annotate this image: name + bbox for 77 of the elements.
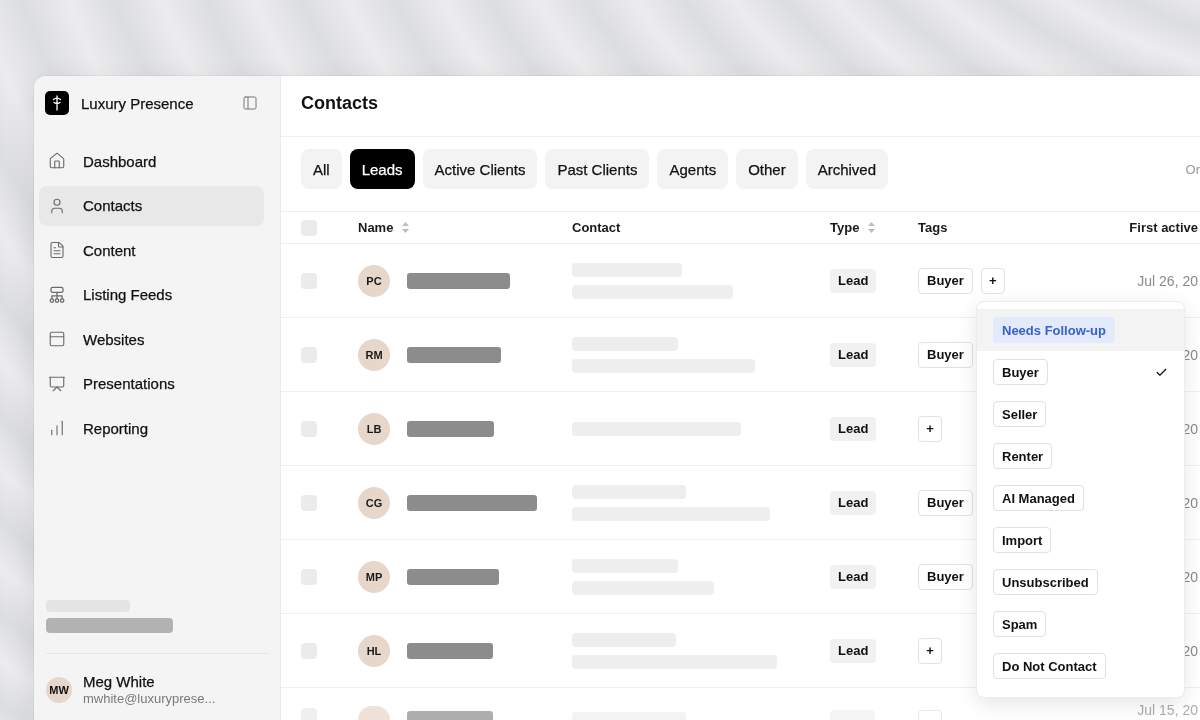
tag-chip: Buyer [918, 489, 973, 516]
contact-avatar [358, 706, 390, 720]
menu-option[interactable]: Spam [977, 603, 1184, 645]
type-badge: Lead [830, 638, 877, 663]
user-avatar: MW [46, 677, 72, 703]
tag-chip: Buyer [918, 267, 973, 294]
brand-name: Luxury Presence [81, 94, 195, 112]
menu-option[interactable]: Do Not Contact [977, 645, 1184, 687]
tag-chip: AI Managed [993, 485, 1084, 511]
easel-icon [48, 374, 66, 393]
nav-item[interactable]: Presentations [39, 363, 264, 404]
add-tag-button[interactable]: + [918, 637, 942, 664]
tag-chip: Buyer [918, 341, 973, 368]
type-badge: Lead [830, 490, 877, 515]
menu-option[interactable]: Needs Follow-up [977, 309, 1184, 351]
contact-avatar: RM [358, 338, 390, 371]
user-email: mwhite@luxuryprese... [83, 691, 216, 707]
user-icon [48, 196, 66, 215]
menu-option[interactable]: Buyer [977, 351, 1184, 393]
type-badge: Lead [830, 342, 877, 367]
type-badge: Lead [830, 268, 877, 293]
menu-option[interactable]: Seller [977, 393, 1184, 435]
document-icon [48, 241, 66, 259]
nav-item[interactable]: Websites [39, 319, 264, 359]
tag-chip: Renter [993, 443, 1053, 469]
contact-avatar: HL [358, 634, 390, 667]
contact-avatar: LB [358, 412, 390, 445]
column-header: Name [358, 220, 394, 235]
add-tag-button[interactable]: + [980, 267, 1005, 294]
menu-option[interactable]: Import [977, 519, 1184, 561]
column-header: Tags [918, 220, 948, 235]
column-header: Type [830, 220, 860, 235]
menu-option[interactable]: Renter [977, 435, 1184, 477]
filter-tab[interactable]: All [301, 149, 342, 189]
nav-item[interactable]: Listing Feeds [39, 274, 264, 315]
tag-chip: Seller [993, 401, 1047, 427]
contact-avatar: PC [358, 264, 390, 297]
filter-tab[interactable]: Active Clients [422, 149, 538, 189]
tag-chip: Do Not Contact [993, 653, 1106, 679]
logo-icon [45, 91, 69, 115]
nav-item[interactable]: Contacts [39, 185, 264, 226]
nav-item[interactable]: Content [39, 230, 264, 270]
first-active-date: Jul 15, 20 [1137, 702, 1198, 720]
first-active-date: Jul 26, 20 [1137, 272, 1198, 289]
home-icon [48, 152, 66, 170]
filter-tab[interactable]: Other [736, 149, 798, 189]
tag-chip: Buyer [918, 563, 973, 590]
bar-chart-icon [48, 419, 66, 437]
column-header: Contact [572, 220, 621, 235]
menu-option[interactable]: Unsubscribed [977, 561, 1184, 603]
filter-tab[interactable]: Leads [349, 149, 415, 189]
tag-chip: Unsubscribed [993, 569, 1098, 595]
tag-chip: Buyer [993, 359, 1048, 385]
tag-chip: Spam [993, 611, 1047, 637]
contact-avatar: CG [358, 486, 390, 519]
add-tag-button[interactable]: + [918, 415, 942, 442]
sort-icon[interactable] [868, 222, 876, 233]
menu-option[interactable]: AI Managed [977, 477, 1184, 519]
filter-tab[interactable]: Past Clients [545, 149, 650, 189]
order-label: Or [1185, 161, 1200, 177]
tag-chip: Import [993, 527, 1052, 553]
panel-icon [242, 95, 258, 111]
type-badge: Lead [830, 416, 877, 441]
nav-item[interactable]: Reporting [39, 408, 264, 448]
sort-icon[interactable] [402, 222, 410, 233]
column-header: First active [1129, 220, 1198, 235]
hierarchy-icon [48, 285, 66, 304]
page-title: Contacts [301, 93, 378, 113]
nav-item[interactable]: Dashboard [39, 141, 264, 181]
filter-tab[interactable]: Agents [657, 149, 729, 189]
filter-tab[interactable]: Archived [805, 149, 889, 189]
type-badge: Lead [830, 564, 877, 589]
sidebar-toggle-button[interactable] [242, 95, 258, 111]
tag-chip: Needs Follow-up [993, 317, 1115, 343]
user-name: Meg White [83, 673, 156, 691]
contact-avatar: MP [358, 560, 390, 593]
window-icon [48, 330, 66, 348]
